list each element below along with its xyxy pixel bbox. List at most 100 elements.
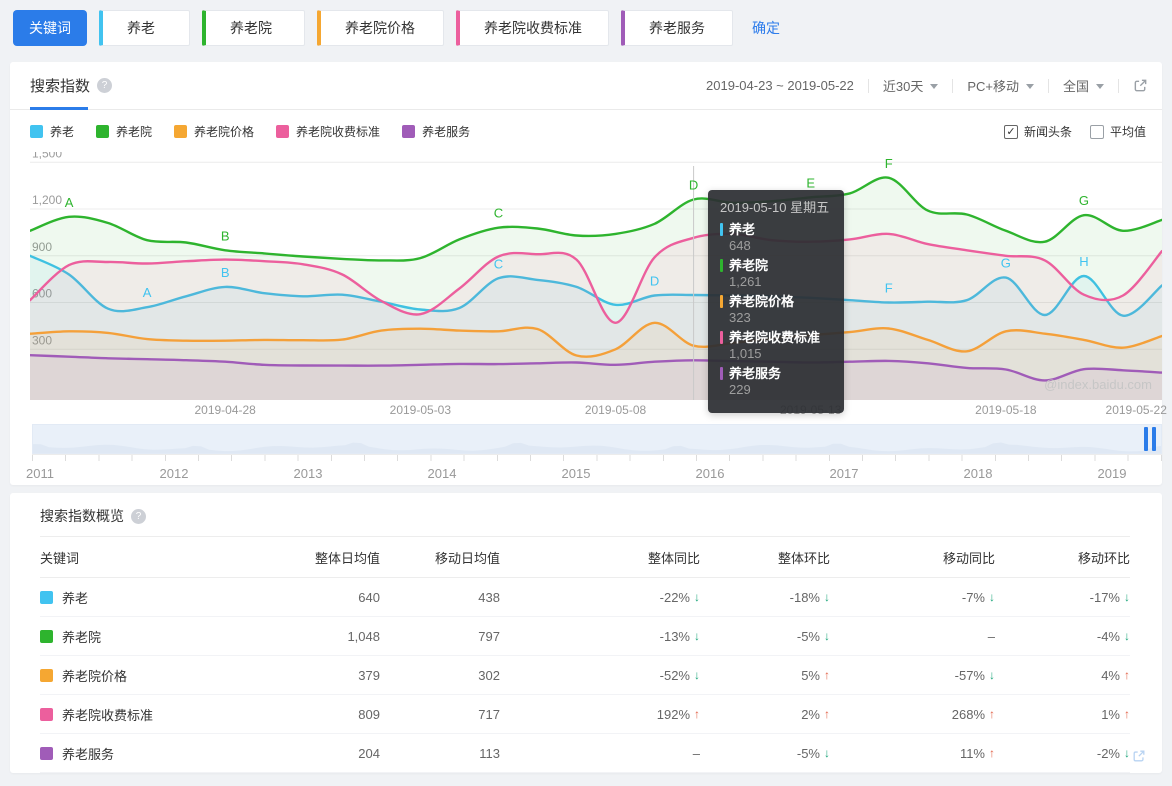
- mobile-mom-cell: -17% ↓: [995, 590, 1130, 605]
- date-range[interactable]: 2019-04-23 ~ 2019-05-22: [706, 78, 854, 93]
- legend-swatch: [174, 125, 188, 138]
- overall-mom-cell: 5% ↑: [700, 668, 830, 683]
- series-color-bar: [720, 295, 723, 308]
- timeline-year-2018: 2018: [963, 466, 993, 481]
- timeline-year-2019: 2019: [1097, 466, 1127, 481]
- headlines-checkbox[interactable]: ✓ 新闻头条: [1003, 123, 1072, 140]
- column-header: 整体环比: [777, 550, 830, 566]
- tab-label: 搜索指数: [30, 78, 91, 95]
- percent-value: 192%: [656, 706, 690, 722]
- percent-value: -4%: [1096, 628, 1120, 644]
- legend-label: 养老服务: [422, 125, 471, 139]
- column-header: 移动环比: [1077, 550, 1130, 566]
- legend-label: 养老院价格: [194, 125, 255, 139]
- y-axis-tick-label: 1,200: [32, 193, 62, 207]
- keyword-label: 养老院价格: [62, 668, 128, 684]
- external-link-icon[interactable]: [1133, 78, 1148, 93]
- legend-item-0[interactable]: 养老: [30, 123, 74, 140]
- legend-item-2[interactable]: 养老院价格: [174, 123, 254, 140]
- headline-marker-A[interactable]: A: [65, 195, 74, 210]
- headline-marker-B[interactable]: B: [221, 265, 230, 280]
- headline-marker-C[interactable]: C: [494, 206, 503, 221]
- keyword-label-button[interactable]: 关键词: [13, 10, 87, 46]
- trend-chart-canvas[interactable]: 3006009001,2001,500ABCD FG HABCD EFG: [30, 152, 1162, 400]
- percent-value: 11%: [959, 745, 985, 761]
- keyword-input-1[interactable]: 养老院: [202, 10, 305, 46]
- up-arrow-icon: ↑: [1124, 707, 1130, 721]
- x-axis-tick-label: 2019-04-28: [194, 403, 256, 417]
- timeline-brush[interactable]: [32, 424, 1162, 454]
- table-row: 养老院价格 379 302 -52% ↓ 5% ↑ -57% ↓ 4% ↑: [40, 656, 1130, 695]
- headline-marker-E[interactable]: E: [806, 175, 815, 190]
- mobile-mom-cell: -4% ↓: [995, 629, 1130, 644]
- help-icon[interactable]: ?: [97, 78, 113, 93]
- brush-handle-left[interactable]: [1144, 427, 1148, 451]
- keyword-input-2[interactable]: 养老院价格: [317, 10, 444, 46]
- percent-value: -2%: [1096, 745, 1120, 761]
- watermark: @index.baidu.com: [1044, 377, 1152, 392]
- confirm-button[interactable]: 确定: [752, 18, 780, 38]
- timeline-mini-area: [33, 442, 1161, 453]
- keyword-cell: 养老: [40, 588, 280, 607]
- keyword-input-3[interactable]: 养老院收费标准: [456, 10, 609, 46]
- mobile-yoy-cell: -7% ↓: [830, 590, 995, 605]
- external-link-icon[interactable]: [1132, 749, 1146, 768]
- timeline-year-2011: 2011: [26, 466, 54, 481]
- y-axis-tick-label: 1,500: [32, 152, 62, 160]
- range-dropdown[interactable]: 近30天: [883, 76, 939, 95]
- mobile-avg-cell: 717: [478, 706, 500, 722]
- overview-table: 关键词 整体日均值 移动日均值 整体同比 整体环比 移动同比 移动环比 养老 640 438 -2…: [40, 536, 1130, 773]
- legend-item-1[interactable]: 养老院: [96, 123, 152, 140]
- tooltip-item: 养老院收费标准 1,015: [720, 330, 832, 361]
- column-header: 关键词: [40, 550, 80, 566]
- trend-chart[interactable]: 300 600 900 1,200 1,500 A B C D F G H A B C D E F G @index…: [30, 152, 1162, 413]
- brush-handle-right[interactable]: [1152, 427, 1156, 451]
- chevron-down-icon: [1096, 83, 1104, 89]
- legend-label: 养老院: [116, 125, 153, 139]
- legend-item-3[interactable]: 养老院收费标准: [276, 123, 380, 140]
- overview-header: 搜索指数概览 ?: [10, 493, 1162, 536]
- chevron-down-icon: [1025, 83, 1034, 89]
- mobile-mom-cell: 1% ↑: [995, 707, 1130, 722]
- keyword-input-4[interactable]: 养老服务: [621, 10, 733, 46]
- column-header: 整体同比: [647, 550, 700, 566]
- average-checkbox[interactable]: 平均值: [1089, 123, 1146, 140]
- mobile-avg-cell: 113: [479, 745, 500, 761]
- headline-marker-D[interactable]: D: [689, 177, 698, 192]
- overall-mom-cell: -5% ↓: [700, 746, 830, 761]
- overall-yoy-cell: -52% ↓: [500, 668, 700, 683]
- tab-search-index[interactable]: 搜索指数 ?: [30, 62, 113, 110]
- device-dropdown[interactable]: PC+移动: [967, 76, 1034, 95]
- column-header: 整体日均值: [314, 550, 380, 566]
- mobile-mom-cell: -2% ↓: [995, 746, 1130, 761]
- column-header: 移动同比: [942, 550, 995, 566]
- headline-marker-H[interactable]: H: [1079, 254, 1088, 269]
- down-arrow-icon: ↓: [1124, 590, 1130, 604]
- region-dropdown[interactable]: 全国: [1063, 76, 1104, 95]
- legend-swatch: [30, 125, 43, 138]
- table-header-row: 关键词 整体日均值 移动日均值 整体同比 整体环比 移动同比 移动环比: [40, 536, 1130, 578]
- legend-item-4[interactable]: 养老服务: [402, 123, 470, 140]
- percent-value: -5%: [796, 628, 820, 644]
- headline-marker-G[interactable]: G: [1001, 256, 1011, 271]
- timeline-year-2012: 2012: [159, 466, 189, 481]
- up-arrow-icon: ↑: [1124, 668, 1130, 682]
- percent-value: 268%: [951, 706, 985, 722]
- chart-legend: 养老 养老院 养老院价格 养老院收费标准 养老服务: [30, 123, 470, 140]
- headline-marker-B[interactable]: B: [221, 228, 230, 243]
- legend-row: 养老 养老院 养老院价格 养老院收费标准 养老服务 ✓ 新闻头条 平均值: [10, 110, 1162, 142]
- percent-value: -7%: [961, 589, 985, 605]
- keyword-input-0[interactable]: 养老: [99, 10, 190, 46]
- headline-marker-G[interactable]: G: [1079, 193, 1089, 208]
- headline-marker-F[interactable]: F: [885, 281, 893, 296]
- headline-marker-D[interactable]: D: [650, 273, 659, 288]
- headline-marker-F[interactable]: F: [885, 156, 893, 171]
- help-icon[interactable]: ?: [131, 508, 146, 524]
- table-row: 养老院收费标准 809 717 192% ↑ 2% ↑ 268% ↑ 1% ↑: [40, 695, 1130, 734]
- headline-marker-C[interactable]: C: [494, 256, 503, 271]
- keyword-label: 养老院收费标准: [62, 707, 154, 723]
- x-axis-tick-label: 2019-05-08: [584, 403, 647, 417]
- overview-panel: 搜索指数概览 ? 关键词 整体日均值 移动日均值 整体同比 整体环比 移动同比 移动环比 养…: [10, 493, 1162, 773]
- headline-marker-A[interactable]: A: [143, 285, 152, 300]
- tooltip-item: 养老 648: [720, 222, 832, 253]
